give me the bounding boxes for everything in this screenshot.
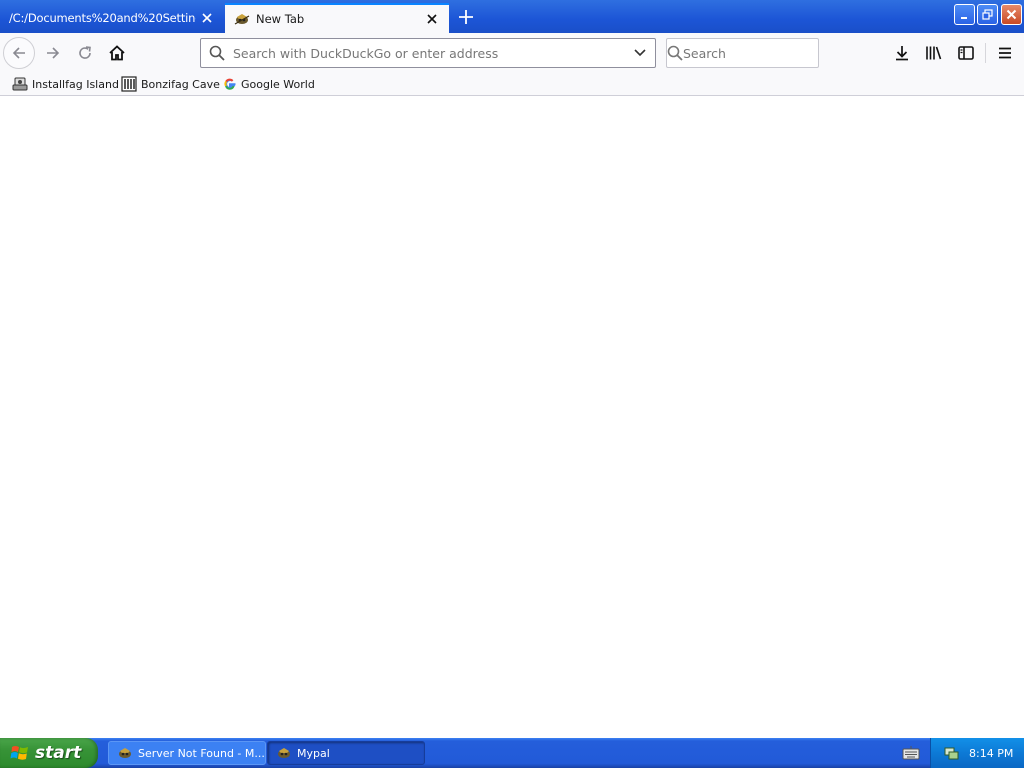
tab-documents[interactable]: /C:/Documents%20and%20Settings/M xyxy=(0,3,224,33)
start-button[interactable]: start xyxy=(0,738,98,768)
bookmark-installfag-island[interactable]: Installfag Island xyxy=(12,75,119,93)
library-icon xyxy=(926,46,942,60)
taskbar-item-server-not-found[interactable]: Server Not Found - M... xyxy=(108,741,266,765)
menu-button[interactable] xyxy=(989,37,1021,69)
back-button[interactable] xyxy=(3,37,35,69)
minimize-button[interactable] xyxy=(954,4,975,25)
google-icon xyxy=(224,78,236,90)
new-tab-button[interactable] xyxy=(453,5,479,29)
plus-icon xyxy=(459,10,473,24)
network-icon[interactable] xyxy=(943,745,959,761)
sidebar-button[interactable] xyxy=(950,37,982,69)
nav-toolbar xyxy=(0,33,1024,73)
reload-icon xyxy=(79,46,91,59)
window-close-button[interactable] xyxy=(1001,4,1022,25)
search-bar[interactable] xyxy=(666,38,839,68)
sidebar-icon xyxy=(958,46,974,60)
search-input[interactable] xyxy=(683,43,839,63)
back-arrow-icon xyxy=(12,47,25,59)
tab-title: /C:/Documents%20and%20Settings/M xyxy=(9,11,196,25)
clock: 8:14 PM xyxy=(969,746,1014,760)
installer-icon xyxy=(12,77,28,91)
bookmark-bonzifag-cave[interactable]: Bonzifag Cave xyxy=(121,75,220,93)
page-content[interactable] xyxy=(0,96,1024,738)
mypal-favicon-icon xyxy=(234,11,250,27)
mypal-icon xyxy=(278,748,290,758)
minimize-icon xyxy=(960,16,967,19)
home-icon xyxy=(109,45,125,61)
bookmarks-toolbar: Installfag Island Bonzifag Cave Google W… xyxy=(0,73,1024,96)
hamburger-menu-icon xyxy=(999,47,1011,59)
bookmark-label: Bonzifag Cave xyxy=(141,77,220,91)
tab-strip: /C:/Documents%20and%20Settings/M New Tab xyxy=(0,0,1024,33)
keyboard-icon[interactable] xyxy=(902,745,920,761)
library-button[interactable] xyxy=(918,37,950,69)
reload-button[interactable] xyxy=(69,37,101,69)
home-button[interactable] xyxy=(101,37,133,69)
system-tray: 8:14 PM xyxy=(930,738,1024,768)
forward-button[interactable] xyxy=(37,37,69,69)
taskbar-item-label: Mypal xyxy=(297,746,330,760)
start-label: start xyxy=(35,743,82,763)
tab-new-tab[interactable]: New Tab xyxy=(225,3,449,33)
download-icon xyxy=(896,46,908,61)
search-icon xyxy=(201,45,233,61)
toolbar-separator xyxy=(985,43,986,63)
bookmark-label: Installfag Island xyxy=(32,77,119,91)
taskbar-item-label: Server Not Found - M... xyxy=(138,746,265,760)
windows-logo-icon xyxy=(10,746,28,760)
close-icon xyxy=(1006,9,1017,20)
forward-arrow-icon xyxy=(47,47,60,59)
close-icon[interactable] xyxy=(421,8,443,30)
address-input[interactable] xyxy=(233,43,625,63)
chevron-down-icon[interactable] xyxy=(625,49,655,57)
close-icon[interactable] xyxy=(196,7,218,29)
restore-icon xyxy=(982,9,993,20)
downloads-button[interactable] xyxy=(886,37,918,69)
bookmark-label: Google World xyxy=(241,77,315,91)
screen: /C:/Documents%20and%20Settings/M New Tab xyxy=(0,0,1024,768)
taskbar-item-mypal[interactable]: Mypal xyxy=(267,741,425,765)
bookmark-google-world[interactable]: Google World xyxy=(223,75,315,93)
tab-title: New Tab xyxy=(256,12,305,26)
restore-button[interactable] xyxy=(977,4,998,25)
search-icon xyxy=(667,45,683,61)
taskbar: start Server Not Found - M... Mypal 8:14… xyxy=(0,738,1024,768)
address-bar[interactable] xyxy=(200,38,656,68)
mypal-icon xyxy=(119,748,131,758)
columns-icon xyxy=(121,76,137,92)
